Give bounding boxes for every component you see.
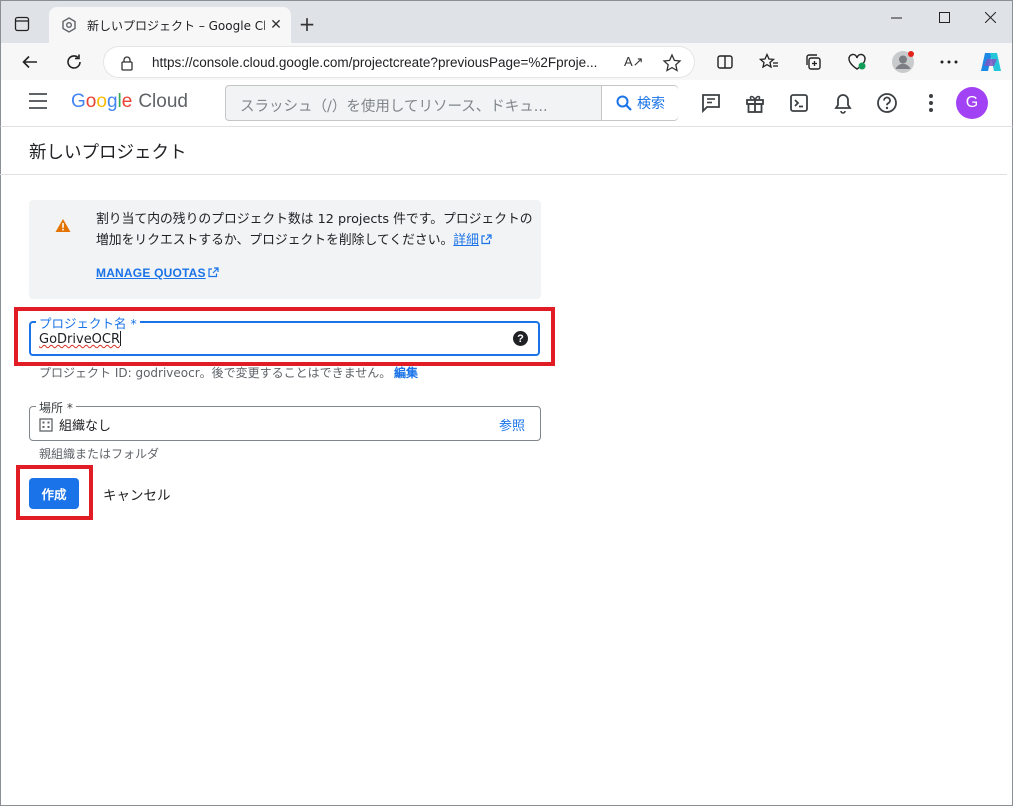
account-avatar[interactable]: G bbox=[956, 87, 988, 119]
help-icon[interactable] bbox=[875, 91, 899, 115]
logo-letter: g bbox=[106, 91, 118, 112]
warning-icon bbox=[55, 218, 71, 237]
browser-chrome: 新しいプロジェクト – Google Cloud コンソール ✕ + https… bbox=[0, 0, 1013, 81]
external-link-icon bbox=[481, 234, 492, 245]
read-aloud-icon[interactable]: A↗ bbox=[624, 54, 644, 70]
back-arrow-icon[interactable] bbox=[19, 51, 41, 73]
logo-letter: o bbox=[96, 91, 107, 112]
logo-cloud-text: Cloud bbox=[138, 91, 188, 112]
search-bar[interactable]: スラッシュ（/）を使用してリソース、ドキュ... 検索 bbox=[225, 85, 678, 121]
browser-tab[interactable]: 新しいプロジェクト – Google Cloud コンソール ✕ bbox=[49, 7, 291, 43]
building-icon bbox=[39, 417, 53, 436]
gear-hex-icon bbox=[61, 17, 77, 33]
url-path: /projectcreate?previousPage=%2Fproje... bbox=[348, 55, 598, 70]
url-text: https://console.cloud.google.com/project… bbox=[152, 55, 614, 70]
more-options-icon[interactable] bbox=[919, 91, 943, 115]
details-link-label: 詳細 bbox=[453, 233, 479, 248]
highlight-box-create-button bbox=[16, 465, 93, 520]
more-menu-icon[interactable] bbox=[938, 51, 960, 73]
cancel-button[interactable]: キャンセル bbox=[103, 484, 171, 504]
location-label: 場所 * bbox=[36, 399, 76, 416]
gcp-header: Google Cloud スラッシュ（/）を使用してリソース、ドキュ... 検索 … bbox=[0, 80, 1013, 127]
feedback-icon[interactable] bbox=[699, 91, 723, 115]
search-input[interactable]: スラッシュ（/）を使用してリソース、ドキュ... bbox=[240, 95, 595, 116]
favorite-star-icon[interactable] bbox=[662, 53, 682, 77]
collections-icon[interactable] bbox=[802, 51, 824, 73]
lock-icon[interactable] bbox=[120, 55, 134, 75]
browser-essentials-icon[interactable] bbox=[846, 51, 868, 73]
quota-warning-banner: 割り当て内の残りのプロジェクト数は 12 projects 件です。プロジェクト… bbox=[29, 200, 541, 299]
new-tab-icon[interactable]: + bbox=[297, 14, 317, 35]
search-button[interactable]: 検索 bbox=[601, 86, 678, 120]
external-link-icon bbox=[208, 267, 219, 278]
location-hint: 親組織またはフォルダ bbox=[39, 447, 160, 461]
gift-icon[interactable] bbox=[743, 91, 767, 115]
manage-quotas-link[interactable]: MANAGE QUOTAS bbox=[96, 266, 219, 280]
minimize-icon[interactable] bbox=[872, 1, 920, 33]
logo-letter: o bbox=[85, 91, 97, 112]
close-window-icon[interactable] bbox=[966, 1, 1013, 33]
address-bar[interactable]: https://console.cloud.google.com/project… bbox=[103, 46, 695, 78]
search-icon bbox=[616, 95, 632, 111]
hamburger-menu-icon[interactable] bbox=[29, 93, 49, 111]
maximize-icon[interactable] bbox=[920, 1, 968, 33]
close-tab-icon[interactable]: ✕ bbox=[267, 16, 285, 34]
location-value: 組織なし bbox=[59, 419, 112, 434]
copilot-icon[interactable] bbox=[979, 50, 1003, 74]
logo-letter: e bbox=[121, 91, 133, 112]
favorites-icon[interactable] bbox=[758, 51, 780, 73]
logo-letter: G bbox=[71, 91, 86, 112]
manage-quotas-label: MANAGE QUOTAS bbox=[96, 266, 206, 280]
tab-actions-icon[interactable] bbox=[11, 13, 33, 35]
cloud-shell-icon[interactable] bbox=[787, 91, 811, 115]
url-prefix: https:// bbox=[152, 55, 193, 70]
notifications-bell-icon[interactable] bbox=[831, 91, 855, 115]
url-host: console.cloud.google.com bbox=[192, 55, 349, 70]
page-title: 新しいプロジェクト bbox=[29, 143, 187, 163]
highlight-box-project-name bbox=[14, 307, 555, 366]
project-id-text: プロジェクト ID: godriveocr。後で変更することはできません。 bbox=[39, 366, 392, 380]
profile-icon[interactable] bbox=[891, 50, 915, 74]
edit-project-id-link[interactable]: 編集 bbox=[394, 364, 418, 381]
search-button-label: 検索 bbox=[637, 96, 665, 112]
google-cloud-logo[interactable]: Google Cloud bbox=[71, 91, 188, 113]
quota-message: 割り当て内の残りのプロジェクト数は 12 projects 件です。プロジェクト… bbox=[96, 209, 536, 251]
tab-strip: 新しいプロジェクト – Google Cloud コンソール ✕ + bbox=[1, 1, 1012, 43]
refresh-icon[interactable] bbox=[63, 51, 85, 73]
tab-title: 新しいプロジェクト – Google Cloud コンソール bbox=[87, 19, 265, 33]
browse-location-button[interactable]: 参照 bbox=[499, 415, 525, 434]
split-screen-icon[interactable] bbox=[714, 51, 736, 73]
details-link[interactable]: 詳細 bbox=[453, 233, 492, 248]
browser-toolbar: https://console.cloud.google.com/project… bbox=[1, 43, 1012, 81]
